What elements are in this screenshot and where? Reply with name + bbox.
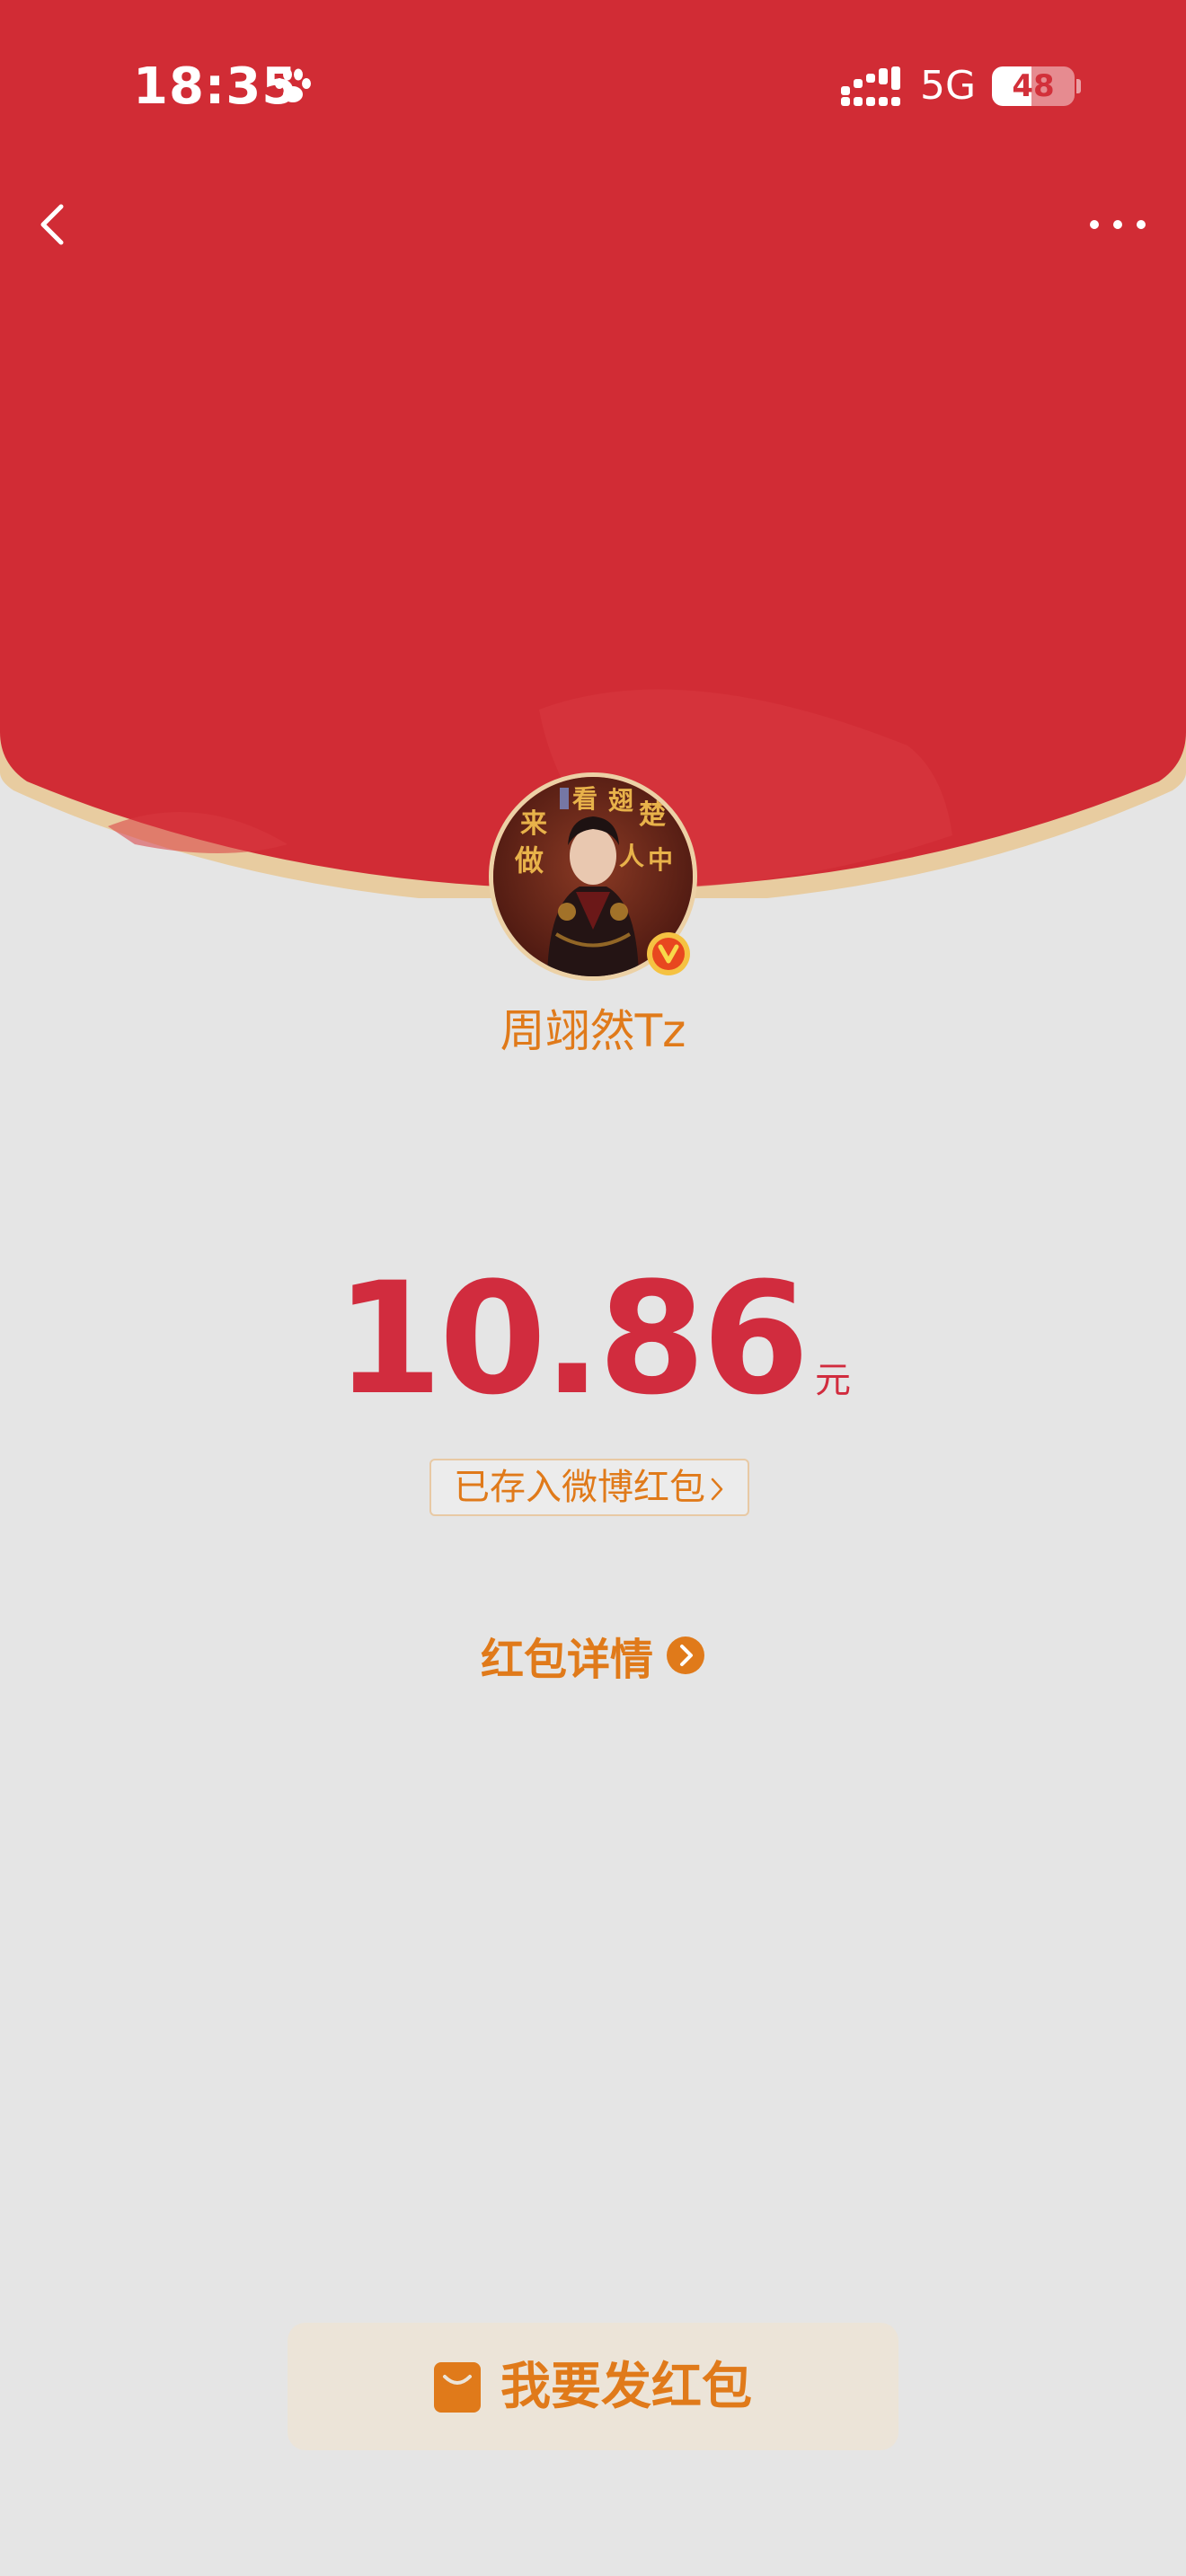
- verified-v-badge-icon: [647, 932, 690, 975]
- avatar-char-7: 中: [648, 845, 673, 875]
- amount-value: 10.86: [334, 1248, 810, 1429]
- chevron-left-icon: [40, 204, 64, 245]
- paw-icon: [275, 68, 311, 102]
- send-red-packet-label: 我要发红包: [500, 2357, 752, 2416]
- amount-unit: 元: [815, 1360, 852, 1401]
- battery-level: 48: [1012, 68, 1055, 104]
- send-red-packet-button[interactable]: 我要发红包: [288, 2323, 898, 2450]
- more-horizontal-icon: [1090, 220, 1146, 229]
- avatar-char-2: 看: [572, 784, 597, 814]
- avatar-char-5: 做: [514, 843, 544, 878]
- red-packet-details-link[interactable]: 红包详情: [0, 1624, 1186, 1687]
- saved-to-wallet-label: 已存入微博红包: [454, 1467, 705, 1508]
- red-envelope-icon: [434, 2361, 481, 2413]
- status-bar: 18:35 5G 48: [0, 0, 1186, 171]
- network-type: 5G: [920, 63, 977, 109]
- saved-to-wallet-link[interactable]: 已存入微博红包: [429, 1459, 749, 1516]
- battery-tip: [1076, 79, 1081, 93]
- chevron-right-icon: [711, 1478, 723, 1501]
- red-packet-details-label: 红包详情: [480, 1635, 653, 1685]
- avatar-char-3: 翅: [608, 786, 633, 816]
- signal-icon: [841, 66, 900, 106]
- back-button[interactable]: [22, 189, 93, 260]
- battery-icon: 48: [992, 66, 1075, 106]
- sender-name[interactable]: 周翊然Tz: [0, 995, 1186, 1060]
- chevron-right-circle-icon: [667, 1636, 704, 1674]
- avatar-char-1: 来: [520, 808, 547, 840]
- amount-row: 10.86 元: [0, 1248, 1186, 1429]
- avatar-char-6: 人: [619, 842, 644, 871]
- more-button[interactable]: [1082, 198, 1154, 251]
- avatar-char-4: 楚: [639, 799, 666, 831]
